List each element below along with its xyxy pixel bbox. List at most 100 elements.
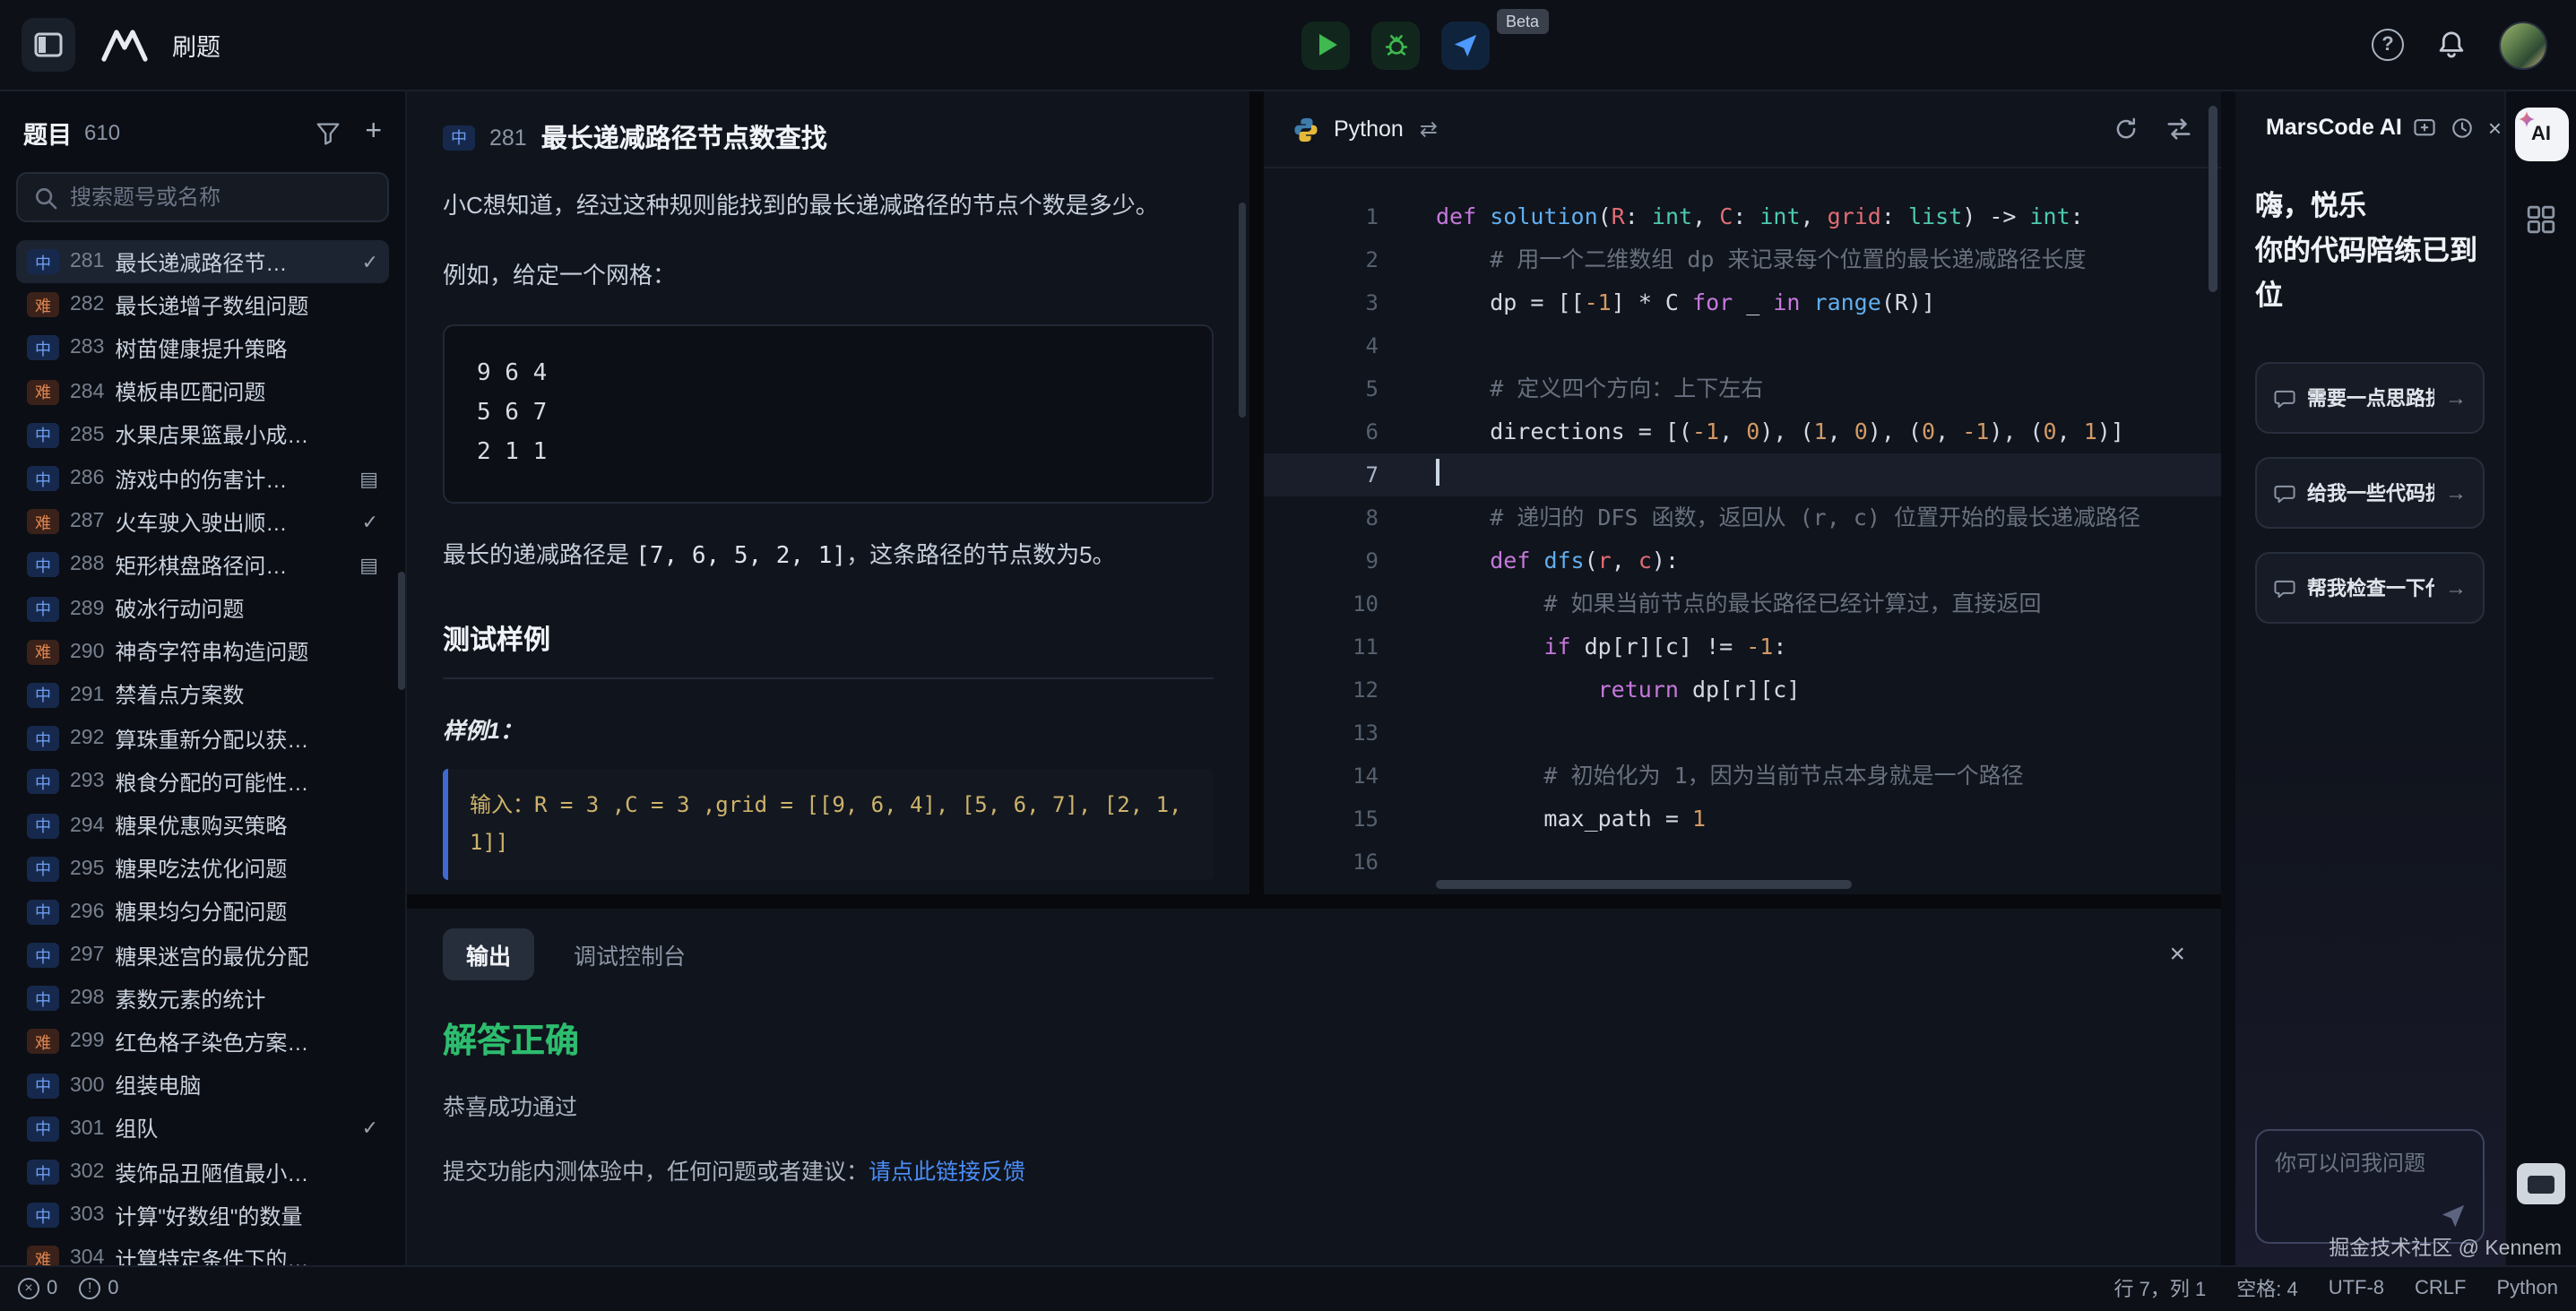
search-input[interactable] <box>70 185 371 210</box>
code-line[interactable]: 1def solution(R: int, C: int, grid: list… <box>1264 195 2221 238</box>
filter-button[interactable] <box>315 121 340 144</box>
code-line[interactable]: 5 # 定义四个方向：上下左右 <box>1264 367 2221 410</box>
tab-python[interactable]: Python <box>1292 116 1404 142</box>
warnings-indicator[interactable]: ! 0 <box>79 1279 118 1300</box>
problem-list-item[interactable]: 难304计算特定条件下的… <box>16 1238 389 1265</box>
problem-list-item[interactable]: 难287火车驶入驶出顺…✓ <box>16 500 389 543</box>
code-line[interactable]: 11 if dp[r][c] != -1: <box>1264 625 2221 668</box>
reset-code-button[interactable] <box>2114 116 2139 142</box>
tab-output[interactable]: 输出 <box>443 928 534 980</box>
code-text: max_path = 1 <box>1379 798 1706 841</box>
submit-button[interactable] <box>1441 21 1490 69</box>
code-line[interactable]: 14 # 初始化为 1，因为当前节点本身就是一个路径 <box>1264 755 2221 798</box>
problem-name: 树苗健康提升策略 <box>115 333 378 364</box>
problem-list-item[interactable]: 难284模板串匹配问题 <box>16 370 389 413</box>
problem-list-item[interactable]: 中302装饰品丑陋值最小… <box>16 1151 389 1194</box>
panel-layout-button[interactable] <box>2517 1163 2565 1204</box>
problem-list-item[interactable]: 中283树苗健康提升策略 <box>16 327 389 370</box>
problem-list-item[interactable]: 难299红色格子染色方案… <box>16 1021 389 1064</box>
bug-icon <box>1381 30 1410 59</box>
close-output-icon[interactable]: × <box>2169 941 2185 968</box>
sidebar-scrollbar[interactable] <box>398 572 405 690</box>
help-button[interactable]: ? <box>2372 29 2404 61</box>
problem-list-item[interactable]: 中289破冰行动问题 <box>16 587 389 630</box>
difficulty-badge: 难 <box>27 509 59 534</box>
line-number: 13 <box>1264 712 1379 755</box>
problem-list-item[interactable]: 中295糖果吃法优化问题 <box>16 847 389 890</box>
plugin-rail-button[interactable] <box>2526 204 2556 235</box>
ai-badge-label: AI <box>2531 124 2551 145</box>
code-line[interactable]: 3 dp = [[-1] * C for _ in range(R)] <box>1264 281 2221 324</box>
tab-debug-console[interactable]: 调试控制台 <box>574 937 686 971</box>
close-ai-panel-icon[interactable]: × <box>2488 116 2502 139</box>
problem-list-item[interactable]: 中285水果店果篮最小成… <box>16 414 389 457</box>
problem-list-item[interactable]: 中303计算"好数组"的数量 <box>16 1194 389 1237</box>
code-line[interactable]: 4 <box>1264 324 2221 367</box>
problem-list-item[interactable]: 中297糖果迷宫的最优分配 <box>16 934 389 977</box>
user-avatar[interactable] <box>2499 21 2547 69</box>
code-line[interactable]: 2 # 用一个二维数组 dp 来记录每个位置的最长递减路径长度 <box>1264 238 2221 281</box>
code-line[interactable]: 13 <box>1264 712 2221 755</box>
format-code-button[interactable] <box>2165 116 2192 142</box>
code-text <box>1379 324 1436 367</box>
problem-name: 组队 <box>115 1114 350 1144</box>
status-language[interactable]: Python <box>2497 1279 2559 1300</box>
line-number: 1 <box>1264 195 1379 238</box>
code-line[interactable]: 6 directions = [(-1, 0), (1, 0), (0, -1)… <box>1264 410 2221 453</box>
code-line[interactable]: 9 def dfs(r, c): <box>1264 539 2221 582</box>
code-text: # 初始化为 1，因为当前节点本身就是一个路径 <box>1379 755 2024 798</box>
ai-send-button[interactable] <box>2440 1203 2467 1229</box>
note-icon: ▤ <box>359 467 378 490</box>
sidebar-toggle-button[interactable] <box>22 18 75 72</box>
problem-list-item[interactable]: 中288矩形棋盘路径问…▤ <box>16 544 389 587</box>
problem-list-item[interactable]: 中281最长递减路径节…✓ <box>16 240 389 283</box>
notifications-bell-icon[interactable] <box>2436 29 2467 61</box>
code-line[interactable]: 15 max_path = 1 <box>1264 798 2221 841</box>
history-button[interactable] <box>2451 116 2474 139</box>
search-box[interactable] <box>16 172 389 222</box>
problem-list-item[interactable]: 中300组装电脑 <box>16 1064 389 1107</box>
example-grid-block: 9 6 45 6 72 1 1 <box>443 323 1214 503</box>
problem-list-item[interactable]: 中294糖果优惠购买策略 <box>16 804 389 847</box>
editor-vertical-scrollbar[interactable] <box>2209 106 2217 292</box>
problem-list-item[interactable]: 中293粮食分配的可能性… <box>16 761 389 804</box>
ai-suggestion-button[interactable]: 给我一些代码提示→ <box>2255 458 2485 530</box>
problem-list-item[interactable]: 中298素数元素的统计 <box>16 977 389 1020</box>
problem-scrollbar[interactable] <box>1239 203 1246 418</box>
language-switch-icon[interactable]: ⇄ <box>1420 116 1438 142</box>
new-chat-button[interactable] <box>2413 116 2436 139</box>
ai-suggestion-button[interactable]: 帮我检查一下代码→ <box>2255 553 2485 625</box>
ai-input[interactable] <box>2275 1147 2465 1208</box>
code-line[interactable]: 7 <box>1264 453 2221 496</box>
ai-rail-button[interactable]: AI <box>2514 108 2568 161</box>
problem-list-item[interactable]: 中301组队✓ <box>16 1108 389 1151</box>
code-line[interactable]: 16 <box>1264 841 2221 884</box>
run-button[interactable] <box>1301 21 1350 69</box>
problem-number: 300 <box>70 1074 104 1096</box>
code-area[interactable]: 1def solution(R: int, C: int, grid: list… <box>1264 168 2221 894</box>
problem-number: 293 <box>70 772 104 793</box>
status-cursor-position[interactable]: 行 7，列 1 <box>2114 1275 2207 1304</box>
debug-button[interactable] <box>1371 21 1420 69</box>
status-indentation[interactable]: 空格: 4 <box>2236 1275 2297 1304</box>
code-line[interactable]: 12 return dp[r][c] <box>1264 668 2221 712</box>
editor-horizontal-scrollbar[interactable] <box>1436 880 1852 889</box>
errors-indicator[interactable]: × 0 <box>18 1279 57 1300</box>
problem-list-item[interactable]: 中296糖果均匀分配问题 <box>16 891 389 934</box>
add-problem-button[interactable]: + <box>365 118 382 147</box>
feedback-link[interactable]: 请点此链接反馈 <box>869 1160 1025 1185</box>
status-eol[interactable]: CRLF <box>2415 1279 2466 1300</box>
ai-input-box[interactable] <box>2255 1129 2485 1244</box>
status-encoding[interactable]: UTF-8 <box>2329 1279 2384 1300</box>
difficulty-badge: 中 <box>27 423 59 448</box>
code-line[interactable]: 10 # 如果当前节点的最长路径已经计算过，直接返回 <box>1264 582 2221 625</box>
problem-list-item[interactable]: 中286游戏中的伤害计…▤ <box>16 457 389 500</box>
problem-count: 610 <box>84 120 120 145</box>
code-line[interactable]: 8 # 递归的 DFS 函数，返回从 (r, c) 位置开始的最长递减路径 <box>1264 496 2221 539</box>
problem-list-item[interactable]: 难290神奇字符串构造问题 <box>16 630 389 673</box>
problem-list-item[interactable]: 中291禁着点方案数 <box>16 674 389 717</box>
ai-suggestion-button[interactable]: 需要一点思路提示→ <box>2255 363 2485 435</box>
problem-list-item[interactable]: 难282最长递增子数组问题 <box>16 283 389 326</box>
problem-list-item[interactable]: 中292算珠重新分配以获… <box>16 717 389 760</box>
problem-paragraph: 最长的递减路径是 [7, 6, 5, 2, 1]，这条路径的节点数为5。 <box>443 535 1214 569</box>
